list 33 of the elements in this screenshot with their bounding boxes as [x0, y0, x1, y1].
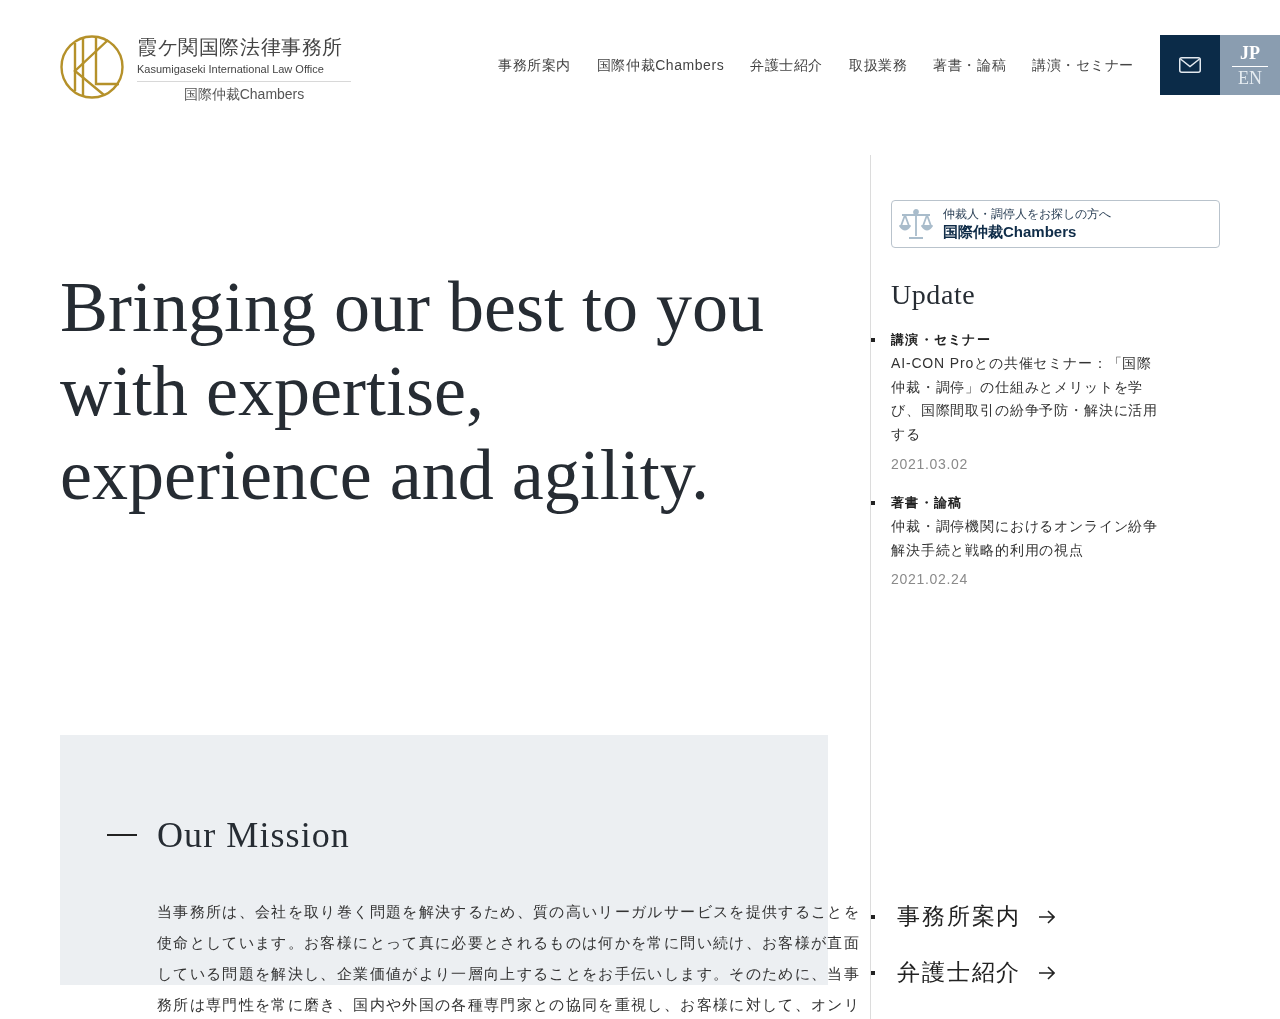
nav-link[interactable]: 国際仲裁Chambers	[596, 55, 725, 75]
logo-icon	[60, 35, 124, 99]
update-heading: Update	[891, 278, 977, 312]
news-title-link[interactable]: 仲裁・調停機関におけるオンライン紛争解決手続と戦略的利用の視点	[891, 514, 1160, 563]
mission-text: 当事務所は、会社を取り巻く問題を解決するため、質の高いリーガルサービスを提供することを使命としています。お客様にとって真に必要とされるものは何かを常に問い続け、お客様が直面している問題を解決し、企業価値がより一層向上することをお手伝いします。そのために、当事務所は専門性を常に磨き、国内や外国の各種専門家との協同を重視し、お客様に対して、オンリ	[157, 903, 862, 1015]
brand-subtitle: 国際仲裁Chambers	[183, 85, 305, 103]
news-category: 著書・論稿	[891, 493, 963, 512]
news-date: 2021.03.02	[891, 454, 969, 474]
mail-button[interactable]	[1160, 35, 1220, 95]
nav-link[interactable]: 講演・セミナー	[1032, 55, 1134, 75]
nav-link[interactable]: 弁護士紹介	[750, 55, 823, 75]
firm-name-english: Kasumigaseki International Law Office	[137, 62, 324, 76]
side-nav-link[interactable]: 事務所案内	[897, 901, 1056, 933]
firm-name: 霞ケ関国際法律事務所	[137, 35, 343, 59]
chambers-banner[interactable]: 仲裁人・調停人をお探しの方へ 国際仲裁Chambers	[891, 200, 1220, 248]
bullet-icon	[871, 971, 875, 975]
news-date: 2021.02.24	[891, 570, 969, 590]
nav-link[interactable]: 事務所案内	[498, 55, 571, 75]
news-category: 講演・セミナー	[891, 331, 992, 349]
scale-icon	[899, 208, 933, 240]
bullet-icon	[871, 338, 875, 342]
arrow-right-icon	[1039, 910, 1056, 924]
envelope-icon	[1179, 57, 1201, 73]
news-title-link[interactable]: AI-CON Proとの共催セミナー：「国際仲裁・調停」の仕組みとメリットを学び、国際間取引の紛争予防・解決に活用する	[891, 352, 1160, 447]
mission-title: Our Mission	[157, 814, 350, 857]
dash-icon	[107, 834, 137, 836]
bullet-icon	[871, 915, 875, 919]
bullet-icon	[871, 500, 875, 505]
hero-headline: Bringing our best to you with expertise, experience and agility.	[60, 266, 765, 517]
nav-link[interactable]: 取扱業務	[849, 55, 908, 75]
side-nav-link[interactable]: 弁護士紹介	[897, 957, 1056, 989]
nav-link[interactable]: 著書・論稿	[933, 55, 1007, 75]
arrow-right-icon	[1039, 966, 1056, 980]
